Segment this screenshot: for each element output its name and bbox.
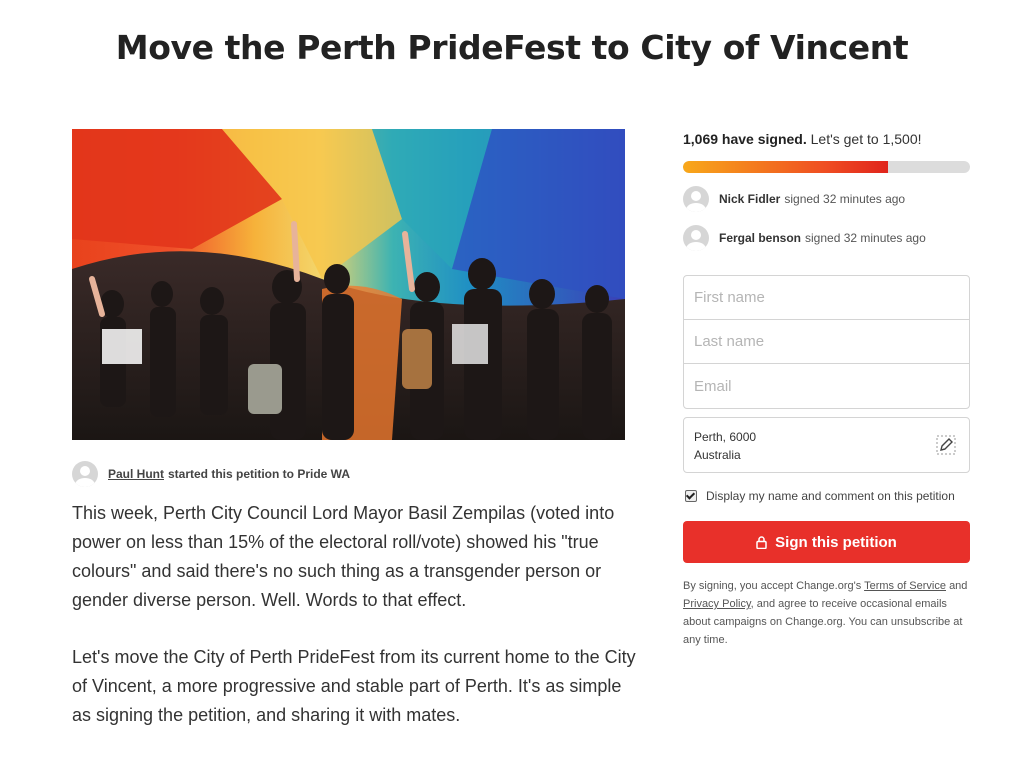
pride-flag-crowd-illustration (72, 129, 625, 440)
sign-petition-button[interactable]: Sign this petition (683, 521, 970, 563)
petition-starter: Paul Hunt started this petition to Pride… (72, 460, 350, 488)
email-input[interactable] (684, 364, 969, 408)
signer-avatar (683, 225, 709, 251)
petition-title: Move the Perth PrideFest to City of Vinc… (115, 28, 909, 67)
signature-progress-fill (683, 161, 888, 173)
location-field[interactable]: Perth, 6000 Australia (683, 417, 970, 473)
pencil-edit-icon[interactable] (936, 435, 956, 455)
signature-progress-bar (683, 161, 970, 173)
privacy-policy-link[interactable]: Privacy Policy (683, 598, 751, 610)
display-name-label: Display my name and comment on this peti… (706, 489, 955, 503)
signer-name: Nick Fidler (719, 192, 781, 206)
location-country: Australia (694, 448, 741, 462)
starter-text: started this petition to Pride WA (168, 467, 351, 481)
location-city: Perth, 6000 (694, 430, 757, 444)
signer-avatar (683, 186, 709, 212)
petition-hero-image (72, 129, 625, 440)
first-name-input[interactable] (684, 276, 969, 320)
goal-text: Let's get to 1,500! (810, 131, 922, 147)
terms-of-service-link[interactable]: Terms of Service (864, 580, 946, 592)
last-name-input[interactable] (684, 320, 969, 364)
petition-description: This week, Perth City Council Lord Mayor… (72, 499, 637, 758)
sign-button-label: Sign this petition (775, 533, 897, 551)
recent-signer: Fergal benson signed 32 minutes ago (683, 224, 926, 252)
starter-avatar (72, 461, 98, 487)
legal-text-2: and (949, 580, 968, 592)
signer-time: signed 32 minutes ago (805, 231, 926, 245)
legal-text-1: By signing, you accept Change.org's (683, 580, 862, 592)
signer-details-fields (683, 275, 970, 409)
petition-paragraph: This week, Perth City Council Lord Mayor… (72, 503, 615, 610)
checkbox-checked-icon[interactable] (685, 490, 697, 502)
signer-name: Fergal benson (719, 231, 802, 245)
recent-signer: Nick Fidler signed 32 minutes ago (683, 185, 905, 213)
signed-count-text: 1,069 have signed. (683, 131, 807, 147)
signer-time: signed 32 minutes ago (784, 192, 906, 206)
legal-notice: By signing, you accept Change.org's Term… (683, 577, 968, 649)
display-name-option[interactable]: Display my name and comment on this peti… (683, 489, 955, 503)
lock-icon (756, 535, 767, 549)
starter-name-link[interactable]: Paul Hunt (108, 467, 164, 481)
signature-count: 1,069 have signed. Let's get to 1,500! (683, 131, 922, 147)
petition-paragraph: Let's move the City of Perth PrideFest f… (72, 647, 636, 725)
